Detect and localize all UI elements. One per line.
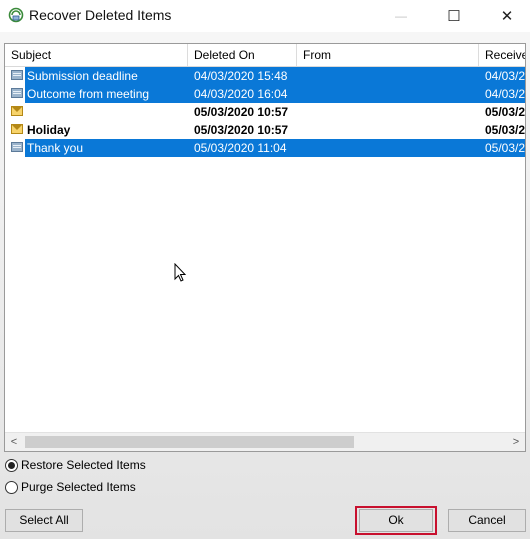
cell-subject: Thank you [27, 141, 84, 155]
cell-subject [27, 103, 187, 121]
table-row[interactable]: Outcome from meeting 04/03/2020 16:04 04/0… [5, 85, 525, 103]
ok-button[interactable]: Ok [359, 509, 433, 532]
table-row[interactable]: Thank you 05/03/2020 11:04 05/03/2 [5, 139, 525, 157]
unread-mail-icon [11, 106, 23, 116]
column-header-received[interactable]: Received [479, 44, 525, 66]
cell-from [303, 121, 475, 139]
table-row[interactable]: Holiday 05/03/2020 10:57 05/03/2 [5, 121, 525, 139]
table-row[interactable]: 05/03/2020 10:57 05/03/2 [5, 103, 525, 121]
cell-from [303, 67, 475, 85]
read-mail-icon [11, 70, 23, 80]
cell-received: 04/03/2 [485, 87, 526, 101]
unread-mail-icon [11, 124, 23, 134]
list-header: Subject Deleted On From Received [5, 44, 525, 67]
cell-received: 05/03/2 [485, 141, 526, 155]
close-icon: ✕ [500, 8, 514, 25]
table-row[interactable]: Submission deadline 04/03/2020 15:48 04/03… [5, 67, 525, 85]
read-mail-icon [11, 142, 23, 152]
minimize-icon: — [395, 9, 407, 23]
column-header-deleted-on[interactable]: Deleted On [188, 44, 297, 66]
restore-label: Restore Selected Items [21, 458, 146, 472]
cell-subject: Submission deadline [27, 69, 138, 83]
restore-radio[interactable] [5, 458, 18, 472]
cell-subject: Holiday [27, 123, 71, 137]
horizontal-scrollbar[interactable]: < > [5, 432, 525, 451]
cell-received: 05/03/2 [485, 105, 526, 119]
purge-radio[interactable] [5, 480, 18, 494]
purge-option[interactable]: Purge Selected Items [5, 480, 136, 494]
cell-deleted-on: 05/03/2020 10:57 [194, 123, 289, 137]
select-all-button[interactable]: Select All [5, 509, 83, 532]
cell-deleted-on: 04/03/2020 16:04 [194, 87, 288, 101]
cell-subject: Outcome from meeting [27, 87, 150, 101]
window-title: Recover Deleted Items [29, 7, 172, 23]
mouse-cursor-icon [174, 263, 187, 282]
scroll-left-icon[interactable]: < [5, 433, 23, 451]
cell-from [303, 103, 475, 121]
scrollbar-thumb[interactable] [25, 436, 354, 448]
cell-deleted-on: 05/03/2020 11:04 [194, 141, 287, 155]
cell-deleted-on: 05/03/2020 10:57 [194, 105, 289, 119]
restore-option[interactable]: Restore Selected Items [5, 458, 146, 472]
minimize-button[interactable]: — [378, 0, 424, 32]
column-header-from[interactable]: From [297, 44, 479, 66]
close-button[interactable]: ✕ [484, 0, 530, 32]
cell-from [303, 85, 475, 103]
maximize-button[interactable]: ☐ [431, 0, 477, 32]
cell-received: 04/03/2 [485, 69, 526, 83]
cell-deleted-on: 04/03/2020 15:48 [194, 69, 288, 83]
purge-label: Purge Selected Items [21, 480, 136, 494]
cell-from [303, 139, 475, 157]
scroll-right-icon[interactable]: > [507, 433, 525, 451]
deleted-items-list[interactable]: Subject Deleted On From Received Submiss… [4, 43, 526, 452]
recover-items-icon [8, 7, 24, 23]
title-bar: Recover Deleted Items — ☐ ✕ [0, 0, 530, 32]
column-header-subject[interactable]: Subject [5, 44, 188, 66]
maximize-icon: ☐ [447, 8, 461, 25]
cancel-button[interactable]: Cancel [448, 509, 526, 532]
cell-received: 05/03/2 [485, 123, 526, 137]
read-mail-icon [11, 88, 23, 98]
